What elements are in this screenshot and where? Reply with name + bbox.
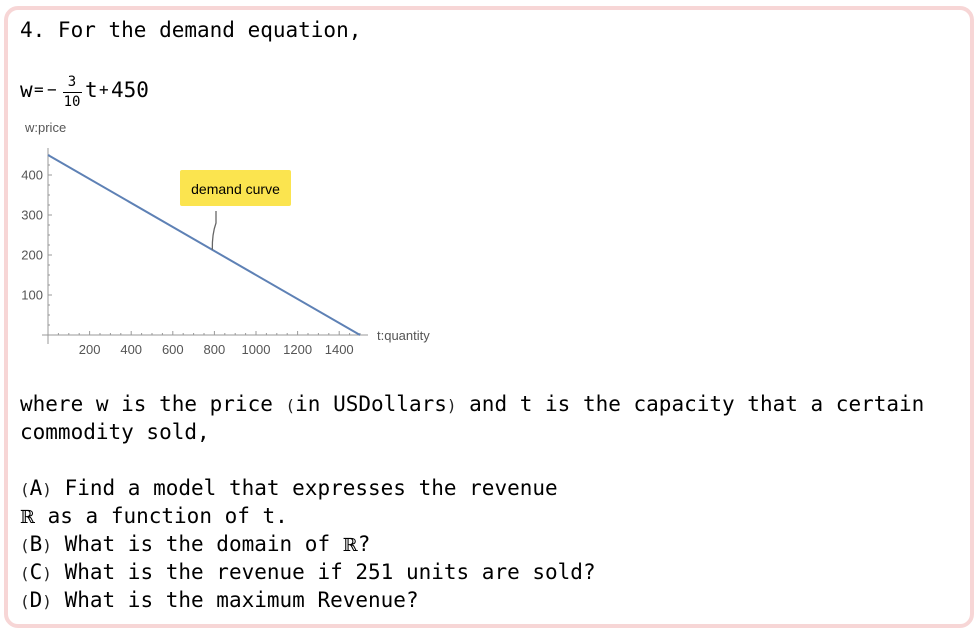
question-b-text: What is the domain of — [51, 532, 343, 556]
unit-paren-close: ) — [446, 396, 457, 415]
y-tick-label: 300 — [21, 208, 43, 223]
x-tick-label: 800 — [204, 342, 226, 357]
callout-label: demand curve — [191, 181, 280, 197]
x-tick-label: 1200 — [283, 342, 312, 357]
demand-chart: w:price t:quantity 200 400 600 800 1000 1200 1… — [21, 120, 430, 357]
y-axis-label: w:price — [24, 120, 66, 135]
question-a-cont: ℝ as a function of t. — [20, 502, 288, 532]
y-tick-label: 400 — [21, 168, 43, 183]
fraction-numerator: 3 — [67, 74, 77, 90]
unit-text: in USDollars — [295, 392, 447, 416]
question-a: (A) Find a model that expresses the reve… — [20, 476, 558, 500]
description-text-a: where w is the price — [20, 392, 286, 416]
revenue-symbol-b: ℝ — [342, 535, 358, 556]
question-c: (C) What is the revenue if 251 units are… — [20, 560, 596, 584]
description-line-2: commodity sold, — [20, 420, 210, 444]
demand-curve-callout: demand curve — [180, 170, 291, 250]
y-tick-label: 200 — [21, 248, 43, 263]
x-tick-label: 400 — [120, 342, 142, 357]
x-tick-label: 600 — [162, 342, 184, 357]
equation-var: t — [85, 78, 98, 102]
question-a-letter: A — [29, 476, 43, 500]
question-b-letter: B — [29, 532, 43, 556]
fraction-denominator: 10 — [63, 94, 81, 110]
unit-paren-open: ( — [285, 396, 296, 415]
description-text-b: and t is the capacity that a certain — [456, 392, 925, 416]
fraction-bar — [63, 92, 82, 93]
equation-equals: = — [34, 80, 44, 99]
problem-heading: 4. For the demand equation, — [20, 18, 362, 42]
y-tick-label: 100 — [21, 288, 43, 303]
description-line-1: where w is the price (in USDollars) and … — [20, 390, 924, 420]
equation-lhs: w — [20, 78, 33, 102]
x-tick-label: 1400 — [325, 342, 354, 357]
callout-leader-line — [211, 211, 217, 250]
question-b-suffix: ? — [357, 532, 371, 556]
question-d-text: What is the maximum Revenue? — [51, 588, 419, 612]
question-b: (B) What is the domain of ℝ? — [20, 532, 371, 556]
question-c-letter: C — [29, 560, 43, 584]
question-a-text: Find a model that expresses the revenue — [51, 476, 558, 500]
equation-plus: + — [99, 80, 109, 99]
x-tick-label: 200 — [79, 342, 101, 357]
question-c-text: What is the revenue if 251 units are sol… — [51, 560, 596, 584]
equation-minus: − — [47, 80, 57, 99]
question-d: (D) What is the maximum Revenue? — [20, 588, 419, 612]
x-tick-label: 1000 — [242, 342, 271, 357]
x-axis-label: t:quantity — [377, 328, 430, 343]
equation-constant: 450 — [111, 78, 149, 102]
question-d-letter: D — [29, 588, 43, 612]
question-a-cont-text: as a function of t. — [34, 504, 288, 528]
revenue-symbol: ℝ — [20, 507, 35, 528]
